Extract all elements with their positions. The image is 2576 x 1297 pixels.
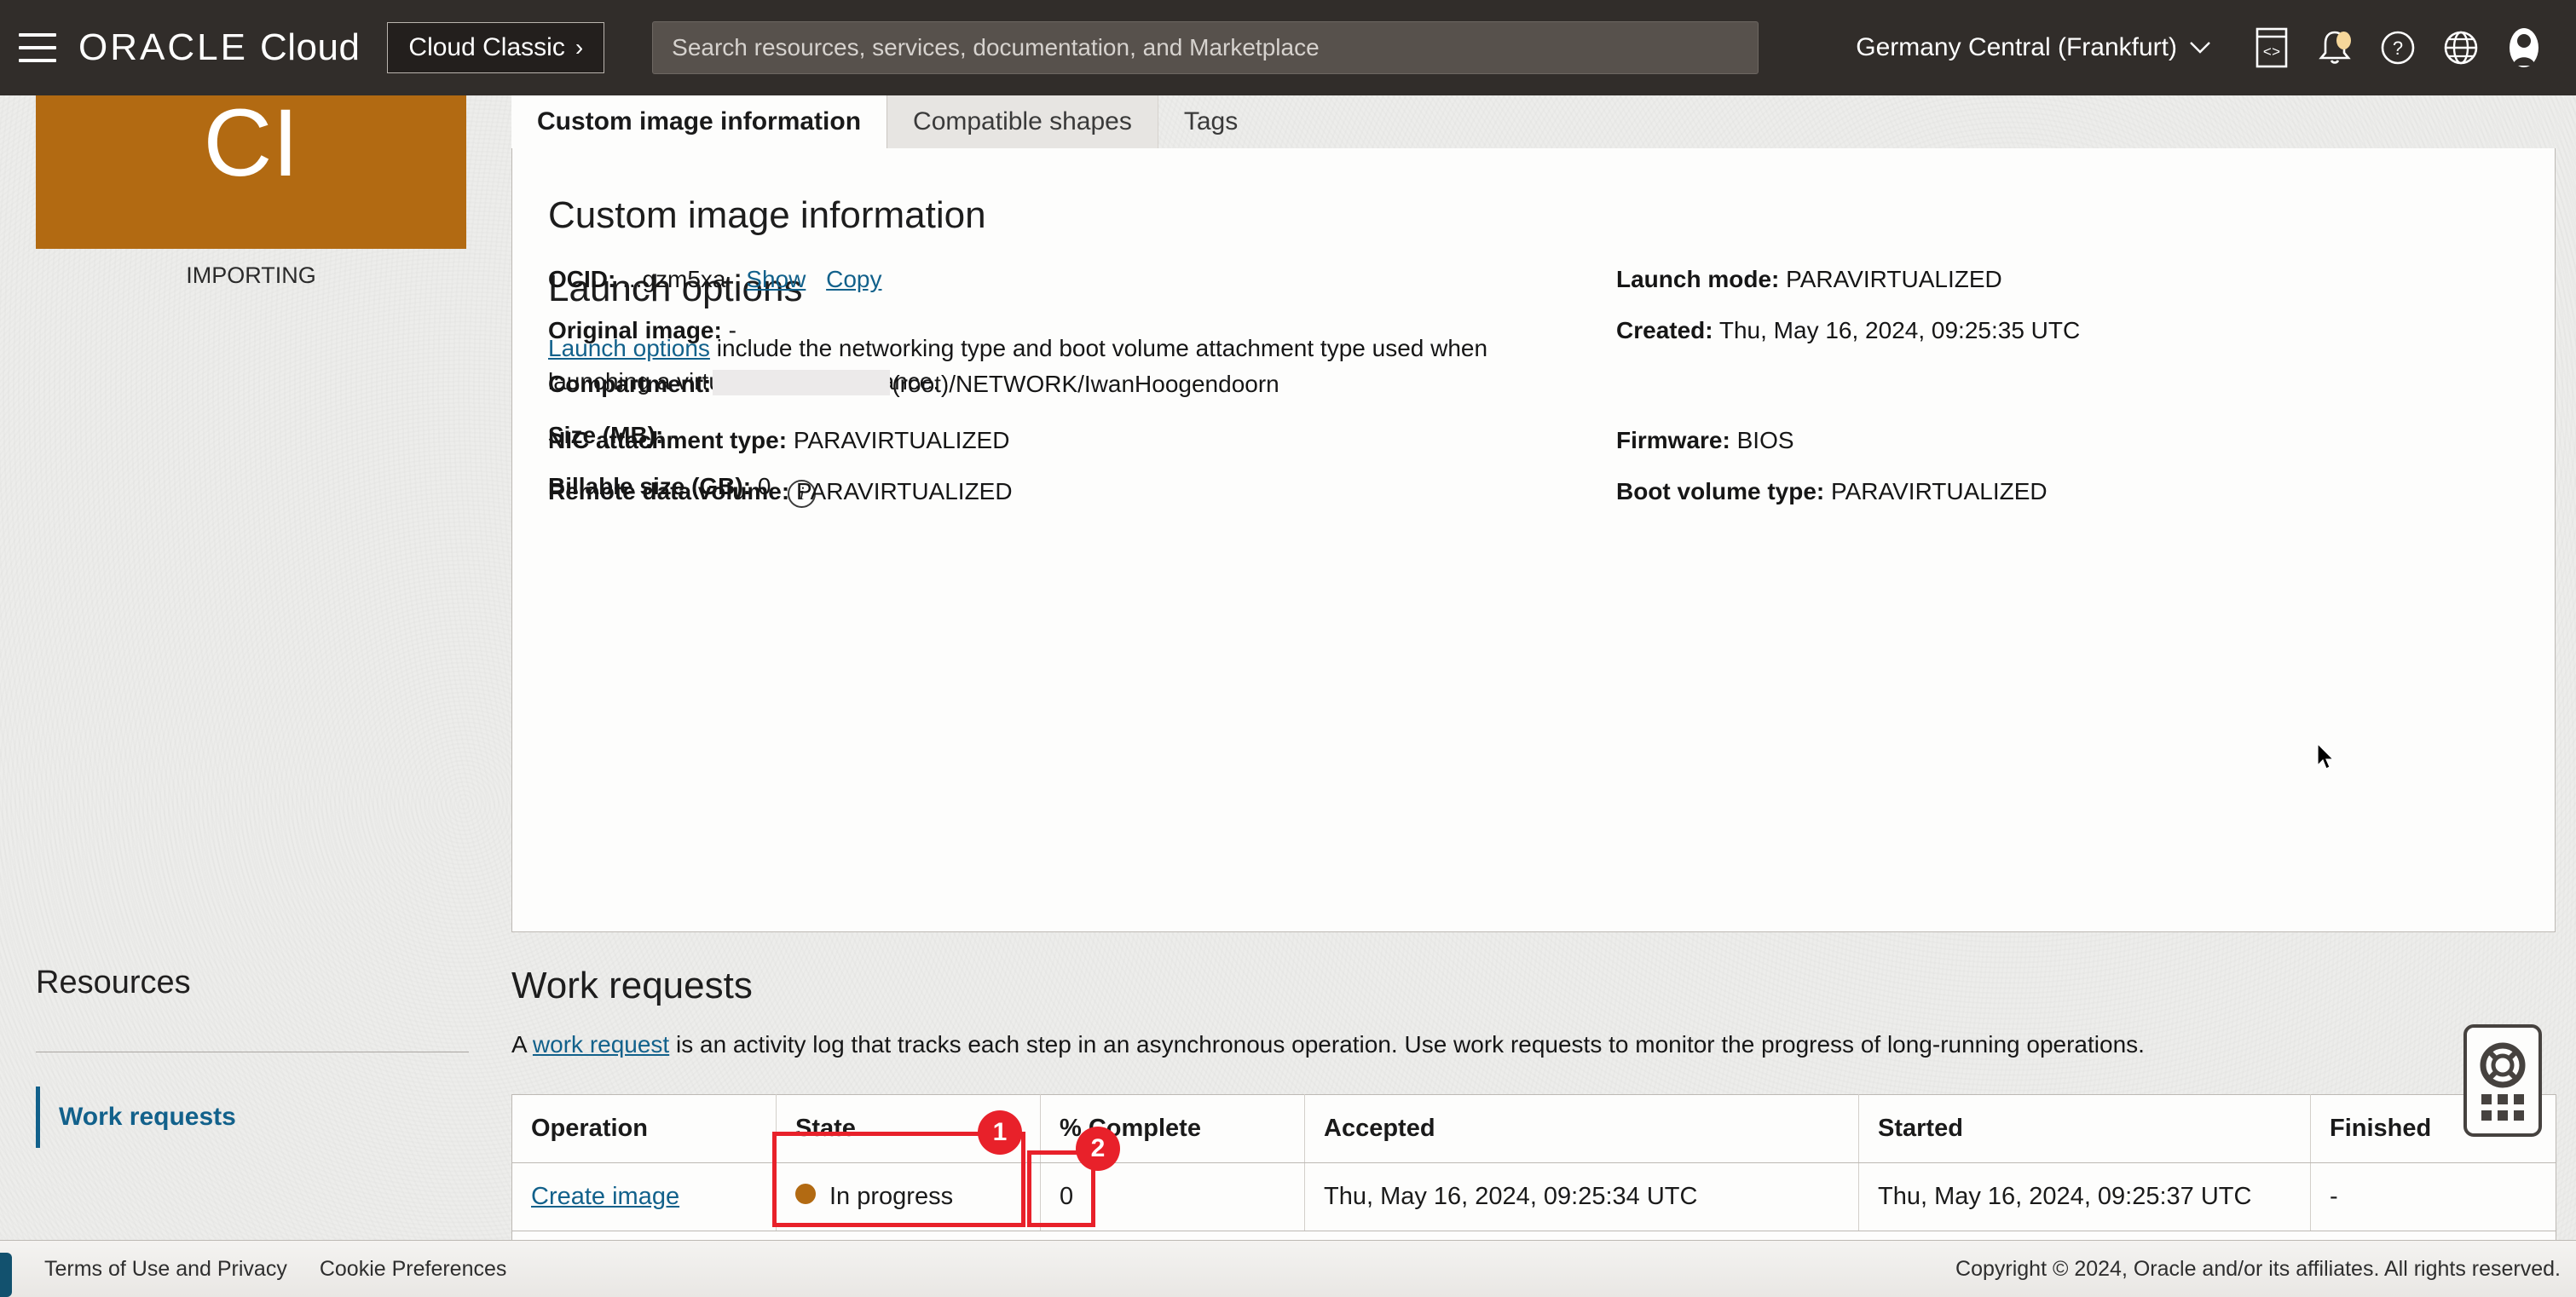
- custom-image-information-panel: Custom image information OCID: ...gzm5xa…: [511, 148, 2556, 932]
- field-label: Boot volume type:: [1616, 478, 1825, 505]
- annotation-badge-2: 2: [1076, 1127, 1120, 1171]
- field-value: BIOS: [1736, 427, 1794, 454]
- help-support-widget[interactable]: [2463, 1024, 2542, 1137]
- field-value: -: [728, 317, 736, 343]
- launch-options-right-column: Firmware: BIOS Boot volume type: PARAVIR…: [1616, 429, 2469, 531]
- tab-label: Compatible shapes: [913, 107, 1132, 135]
- detail-tabs: Custom image information Compatible shap…: [511, 95, 2576, 148]
- column-header-accepted[interactable]: Accepted: [1304, 1094, 1859, 1163]
- mouse-cursor: [2316, 742, 2338, 778]
- cell-finished: -: [2310, 1162, 2556, 1231]
- field-label: Created:: [1616, 317, 1713, 343]
- hamburger-menu-icon[interactable]: [19, 33, 56, 62]
- field-value: Thu, May 16, 2024, 09:25:35 UTC: [1718, 317, 2081, 343]
- field-nic-attachment-type: NIC attachment type: PARAVIRTUALIZED: [548, 429, 1554, 453]
- details-right-column: Launch mode: PARAVIRTUALIZED Created: Th…: [1616, 268, 2469, 370]
- field-value: (root)/NETWORK/IwanHoogendoorn: [892, 371, 1279, 397]
- user-avatar-icon[interactable]: [2492, 16, 2556, 79]
- cell-started: Thu, May 16, 2024, 09:25:37 UTC: [1858, 1162, 2311, 1231]
- column-header-started[interactable]: Started: [1858, 1094, 2311, 1163]
- field-value: PARAVIRTUALIZED: [1786, 266, 2002, 292]
- tab-custom-image-information[interactable]: Custom image information: [511, 95, 888, 148]
- cloud-classic-label: Cloud Classic: [408, 33, 565, 61]
- oracle-cloud-logo[interactable]: ORACLE Cloud: [78, 26, 360, 69]
- brand-cloud-text: Cloud: [259, 26, 361, 68]
- cell-accepted: Thu, May 16, 2024, 09:25:34 UTC: [1304, 1162, 1859, 1231]
- field-value: PARAVIRTUALIZED: [793, 427, 1010, 454]
- field-created: Created: Thu, May 16, 2024, 09:25:35 UTC: [1616, 319, 2469, 343]
- description-suffix: is an activity log that tracks each step…: [669, 1031, 2145, 1058]
- svg-text:<>: <>: [2263, 45, 2280, 61]
- field-original-image: Original image: -: [548, 319, 1554, 343]
- lifebuoy-icon: [2480, 1042, 2526, 1087]
- annotation-badge-1: 1: [978, 1110, 1022, 1155]
- launch-options-left-column: NIC attachment type: PARAVIRTUALIZED Rem…: [548, 429, 1554, 531]
- field-launch-mode: Launch mode: PARAVIRTUALIZED: [1616, 268, 2469, 291]
- field-remote-data-volume: Remote data volume: PARAVIRTUALIZED: [548, 480, 1554, 504]
- copyright-text: Copyright © 2024, Oracle and/or its affi…: [1955, 1256, 2561, 1281]
- page-footer: Terms of Use and Privacy Cookie Preferen…: [0, 1240, 2576, 1297]
- footer-links: Terms of Use and Privacy Cookie Preferen…: [44, 1257, 506, 1282]
- footer-accent-tab: [0, 1253, 12, 1297]
- grid-dots-icon: [2481, 1093, 2524, 1121]
- tab-label: Tags: [1183, 107, 1239, 135]
- notification-indicator-dot: [2336, 32, 2351, 49]
- work-requests-description: A work request is an activity log that t…: [511, 1031, 2145, 1058]
- field-boot-volume-type: Boot volume type: PARAVIRTUALIZED: [1616, 480, 2469, 504]
- field-label: OCID:: [548, 266, 616, 292]
- field-label: Compartment:: [548, 371, 712, 397]
- description-prefix: A: [511, 1031, 533, 1058]
- tab-tags[interactable]: Tags: [1158, 95, 1263, 148]
- cloud-shell-icon[interactable]: <>: [2240, 16, 2303, 79]
- svg-text:?: ?: [2393, 37, 2403, 59]
- left-summary-column: CI IMPORTING Resources Work requests: [0, 36, 511, 1229]
- redacted-block: [713, 370, 891, 395]
- terms-of-use-link[interactable]: Terms of Use and Privacy: [44, 1257, 287, 1282]
- column-header-operation[interactable]: Operation: [511, 1094, 777, 1163]
- work-request-link[interactable]: work request: [533, 1031, 669, 1058]
- field-value: PARAVIRTUALIZED: [1831, 478, 2048, 505]
- page-body: CI IMPORTING Resources Work requests Cus…: [0, 36, 2576, 1297]
- ocid-show-link[interactable]: Show: [746, 266, 806, 292]
- brand-oracle-text: ORACLE: [78, 26, 248, 68]
- resources-heading: Resources: [36, 965, 191, 1000]
- chevron-right-icon: ›: [575, 34, 584, 61]
- cloud-classic-button[interactable]: Cloud Classic ›: [387, 22, 605, 73]
- help-question-icon[interactable]: ?: [2366, 16, 2429, 79]
- region-label: Germany Central (Frankfurt): [1856, 33, 2177, 61]
- sidebar-item-label: Work requests: [59, 1103, 236, 1131]
- topbar-actions: Germany Central (Frankfurt) <> ?: [1856, 16, 2576, 79]
- work-requests-heading: Work requests: [511, 965, 753, 1006]
- field-label: Remote data volume:: [548, 478, 790, 505]
- region-selector[interactable]: Germany Central (Frankfurt): [1856, 33, 2211, 62]
- field-firmware: Firmware: BIOS: [1616, 429, 2469, 453]
- tab-label: Custom image information: [537, 107, 862, 135]
- search-input[interactable]: [652, 21, 1759, 74]
- tab-compatible-shapes[interactable]: Compatible shapes: [887, 95, 1158, 148]
- sidebar-item-work-requests[interactable]: Work requests: [36, 1087, 236, 1148]
- thumbnail-initials: CI: [203, 89, 299, 196]
- field-value: ...gzm5xa: [622, 266, 726, 292]
- language-globe-icon[interactable]: [2429, 16, 2492, 79]
- cookie-preferences-link[interactable]: Cookie Preferences: [320, 1257, 507, 1282]
- panel-heading: Custom image information: [548, 194, 986, 236]
- field-label: NIC attachment type:: [548, 427, 788, 454]
- field-value: PARAVIRTUALIZED: [795, 478, 1013, 505]
- top-navigation-bar: ORACLE Cloud Cloud Classic › Germany Cen…: [0, 0, 2576, 95]
- field-ocid: OCID: ...gzm5xa Show Copy: [548, 268, 1554, 291]
- field-label: Original image:: [548, 317, 722, 343]
- field-compartment: Compartment: (root)/NETWORK/IwanHoogendoo…: [548, 370, 1554, 396]
- create-image-link[interactable]: Create image: [531, 1183, 679, 1210]
- cell-operation: Create image: [511, 1162, 777, 1231]
- notifications-bell-icon[interactable]: [2303, 16, 2366, 79]
- field-label: Firmware:: [1616, 427, 1730, 454]
- field-label: Launch mode:: [1616, 266, 1780, 292]
- ocid-copy-link[interactable]: Copy: [826, 266, 881, 292]
- image-status-label: IMPORTING: [186, 262, 316, 288]
